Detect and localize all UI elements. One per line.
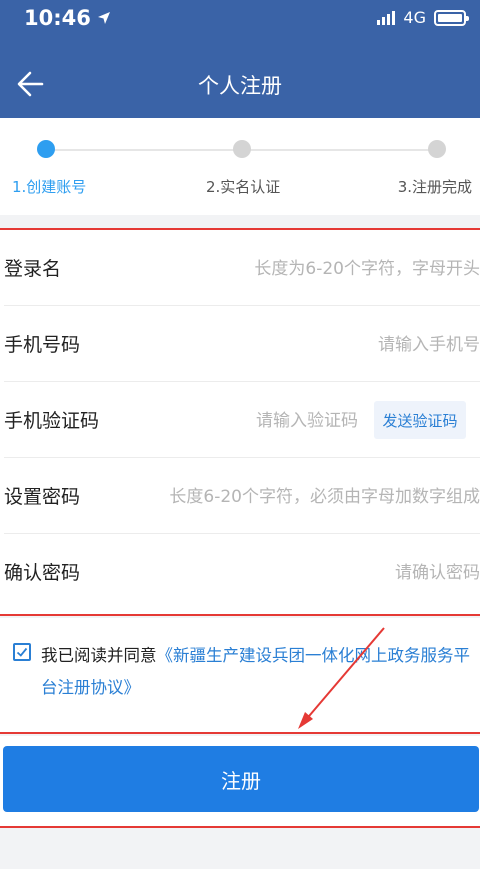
password-input[interactable]: 长度6-20个字符，必须由字母加数字组成 — [169, 482, 480, 507]
sms-code-row: 手机验证码 请输入验证码 发送验证码 — [4, 382, 480, 458]
network-type: 4G — [403, 8, 426, 27]
agreement-prefix: 我已阅读并同意 — [41, 646, 157, 665]
signal-icon — [377, 10, 396, 25]
step-dot-verify-identity — [233, 140, 251, 158]
register-button-area: 注册 — [0, 736, 480, 828]
send-code-button[interactable]: 发送验证码 — [374, 401, 466, 439]
confirm-password-label: 确认密码 — [4, 562, 81, 584]
registration-steps: 1.创建账号 2.实名认证 3.注册完成 — [0, 118, 480, 215]
time-text: 10:46 — [24, 6, 91, 30]
status-time: 10:46 — [24, 6, 111, 30]
password-row: 设置密码 长度6-20个字符，必须由字母加数字组成 — [4, 458, 480, 534]
phone-input[interactable]: 请输入手机号 — [378, 330, 480, 355]
app-header: 10:46 4G 个人注册 — [0, 0, 480, 118]
status-indicators: 4G — [377, 8, 469, 27]
step-label-complete: 3.注册完成 — [397, 178, 472, 196]
step-dot-create-account — [37, 140, 55, 158]
agreement-checkbox[interactable] — [13, 643, 31, 661]
registration-form: 登录名 长度为6-20个字符，字母开头 手机号码 请输入手机号 手机验证码 请输… — [0, 228, 480, 616]
agreement-section: 我已阅读并同意《新疆生产建设兵团一体化网上政务服务平台注册协议》 — [0, 618, 480, 734]
checkmark-icon — [16, 647, 28, 657]
step-label-create-account: 1.创建账号 — [12, 178, 87, 196]
phone-label: 手机号码 — [4, 334, 81, 356]
step-label-verify-identity: 2.实名认证 — [206, 178, 281, 196]
login-name-row: 登录名 长度为6-20个字符，字母开头 — [4, 230, 480, 306]
confirm-password-row: 确认密码 请确认密码 — [4, 534, 480, 610]
page-title: 个人注册 — [198, 74, 282, 98]
confirm-password-input[interactable]: 请确认密码 — [395, 558, 480, 583]
phone-row: 手机号码 请输入手机号 — [4, 306, 480, 382]
battery-icon — [434, 9, 469, 26]
step-dot-complete — [428, 140, 446, 158]
login-name-input[interactable]: 长度为6-20个字符，字母开头 — [254, 254, 480, 279]
location-arrow-icon — [97, 12, 110, 24]
sms-code-label: 手机验证码 — [4, 410, 100, 432]
password-label: 设置密码 — [4, 486, 81, 508]
agreement-text: 我已阅读并同意《新疆生产建设兵团一体化网上政务服务平台注册协议》 — [41, 640, 471, 704]
register-button[interactable]: 注册 — [3, 746, 479, 812]
sms-code-input[interactable]: 请输入验证码 — [256, 406, 358, 431]
login-name-label: 登录名 — [4, 258, 62, 280]
status-bar: 10:46 4G — [0, 0, 480, 38]
